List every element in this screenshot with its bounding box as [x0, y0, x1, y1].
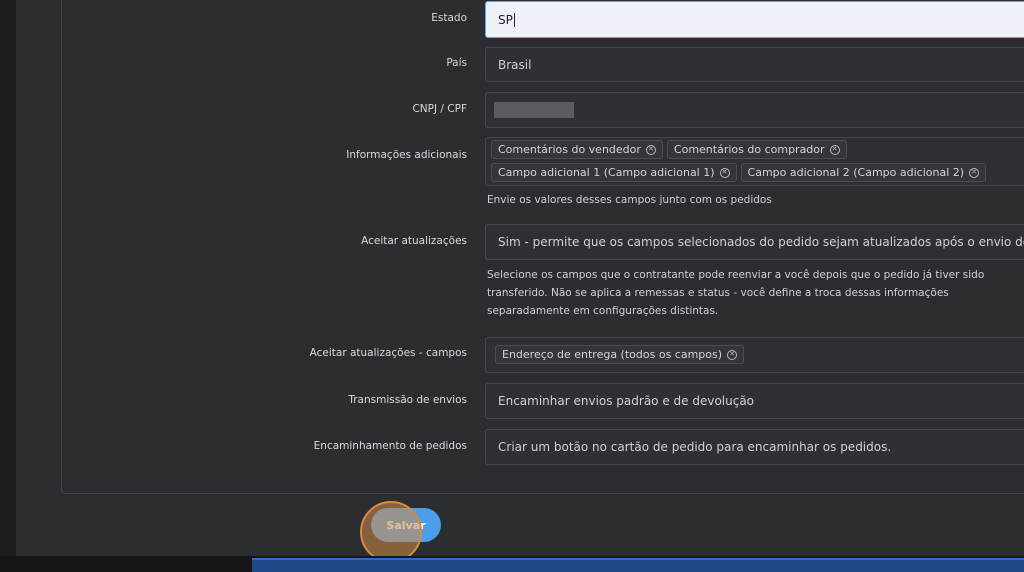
text-caret: [513, 12, 515, 27]
transmissao-label: Transmissão de envios: [348, 394, 467, 406]
remove-tag-icon[interactable]: ✕: [829, 144, 840, 155]
aceitar-atualizacoes-select[interactable]: Sim - permite que os campos selecionados…: [485, 224, 1024, 260]
remove-tag-icon[interactable]: ✕: [969, 167, 980, 178]
estado-value: SP: [498, 12, 513, 27]
redacted-value: [494, 102, 574, 118]
aceitar-campos-label: Aceitar atualizações - campos: [309, 347, 467, 359]
pais-select[interactable]: Brasil: [485, 47, 1024, 82]
save-button[interactable]: Salvar: [371, 508, 441, 542]
left-edge-strip: [0, 0, 16, 556]
remove-tag-icon[interactable]: ✕: [645, 144, 656, 155]
tag-comentarios-comprador[interactable]: Comentários do comprador ✕: [666, 140, 847, 159]
aceitar-atualizacoes-help: Selecione os campos que o contratante po…: [487, 269, 985, 317]
tag-campo-adicional-1[interactable]: Campo adicional 1 (Campo adicional 1) ✕: [491, 163, 737, 182]
transmissao-value: Encaminhar envios padrão e de devolução: [498, 394, 755, 408]
tag-campo-adicional-2[interactable]: Campo adicional 2 (Campo adicional 2) ✕: [740, 163, 987, 182]
encaminhamento-value: Criar um botão no cartão de pedido para …: [498, 440, 892, 454]
info-adicionais-label: Informações adicionais: [346, 149, 467, 161]
tag-endereco-entrega[interactable]: Endereço de entrega (todos os campos) ✕: [495, 345, 745, 364]
estado-input[interactable]: SP: [485, 1, 1024, 38]
aceitar-campos-tags: Endereço de entrega (todos os campos) ✕: [495, 345, 1024, 364]
transmissao-select[interactable]: Encaminhar envios padrão e de devolução: [485, 383, 1024, 419]
encaminhamento-label: Encaminhamento de pedidos: [313, 440, 467, 452]
cnpj-label: CNPJ / CPF: [412, 103, 467, 115]
remove-tag-icon[interactable]: ✕: [727, 349, 738, 360]
cnpj-input[interactable]: [485, 92, 1024, 128]
info-adicionais-help: Envie os valores desses campos junto com…: [487, 194, 772, 206]
encaminhamento-select[interactable]: Criar um botão no cartão de pedido para …: [485, 429, 1024, 465]
pais-label: País: [446, 57, 467, 69]
remove-tag-icon[interactable]: ✕: [719, 167, 730, 178]
info-adicionais-tags: Comentários do vendedor ✕ Comentários do…: [491, 140, 1024, 182]
estado-label: Estado: [431, 12, 467, 24]
pais-value: Brasil: [498, 57, 532, 72]
aceitar-atualizacoes-value: Sim - permite que os campos selecionados…: [498, 235, 1024, 249]
tag-comentarios-vendedor[interactable]: Comentários do vendedor ✕: [491, 140, 663, 159]
taskbar-accent: [252, 558, 1024, 572]
aceitar-atualizacoes-label: Aceitar atualizações: [361, 235, 467, 247]
